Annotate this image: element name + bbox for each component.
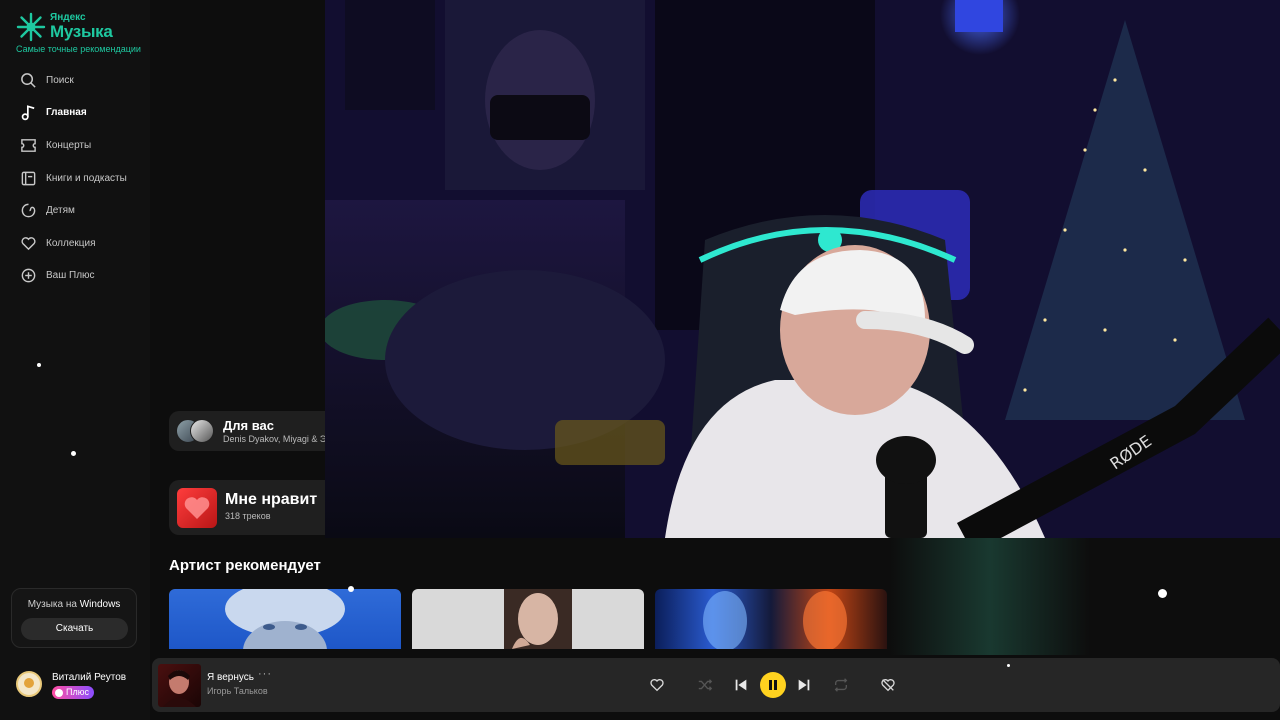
plus-badge[interactable]: Плюс xyxy=(52,686,94,699)
sidebar-item-label: Поиск xyxy=(46,74,74,86)
sidebar-item-home[interactable]: Главная xyxy=(0,97,150,130)
next-button[interactable] xyxy=(792,673,816,697)
artist-recommend-tile[interactable] xyxy=(412,589,644,649)
artist-photo xyxy=(703,591,847,649)
player-bar: Я вернусь ··· Игорь Тальков xyxy=(152,658,1280,712)
track-more-button[interactable]: ··· xyxy=(258,668,272,680)
sidebar-item-collection[interactable]: Коллекция xyxy=(0,227,150,260)
cursor-dot xyxy=(71,451,76,456)
sidebar-item-label: Ваш Плюс xyxy=(46,270,95,282)
logo-brand-big: Музыка xyxy=(50,22,113,41)
previous-icon xyxy=(735,679,747,691)
cursor-dot xyxy=(348,586,354,592)
logo[interactable]: Яндекс Музыка Самые точные рекомендации xyxy=(16,10,146,56)
artist-recommend-tile[interactable] xyxy=(169,589,401,649)
sidebar-item-label: Коллекция xyxy=(46,237,96,249)
pause-icon xyxy=(769,680,777,690)
cursor-dot xyxy=(37,363,41,367)
for-you-card[interactable]: Для вас Denis Dyakov, Miyagi & Э xyxy=(169,411,349,451)
track-artist[interactable]: Игорь Тальков xyxy=(207,686,268,696)
shuffle-button[interactable] xyxy=(693,673,717,697)
track-cover[interactable] xyxy=(158,664,201,707)
cover-art xyxy=(163,670,196,707)
track-title[interactable]: Я вернусь xyxy=(207,672,254,683)
dislike-button[interactable] xyxy=(876,673,900,697)
liked-tracks-card[interactable]: Мне нравит 318 треков xyxy=(169,480,349,535)
for-you-title: Для вас xyxy=(223,418,274,433)
plus-logo-icon xyxy=(55,688,63,697)
cursor-dot xyxy=(1007,664,1010,667)
artist-recommends-title: Артист рекомендует xyxy=(169,557,321,574)
avatar[interactable] xyxy=(16,671,42,697)
download-title-prefix: Музыка на xyxy=(27,599,77,610)
sidebar-item-label: Детям xyxy=(46,205,75,217)
avatar-cat-icon xyxy=(24,678,34,688)
dislike-heart-icon xyxy=(881,679,895,692)
download-title-platform: Windows xyxy=(79,599,121,610)
sidebar-item-label: Концерты xyxy=(46,139,92,151)
yandex-music-star-icon xyxy=(16,12,46,42)
download-app-box: Музыка на Windows Скачать xyxy=(11,588,137,648)
cursor-dot xyxy=(1158,589,1167,598)
repeat-icon xyxy=(834,678,848,692)
webcam-scene: RØDE xyxy=(325,0,1280,538)
repeat-button[interactable] xyxy=(829,673,853,697)
plus-badge-label: Плюс xyxy=(66,687,89,697)
heart-icon xyxy=(21,236,36,250)
book-icon xyxy=(21,171,36,185)
sidebar-item-label: Книги и подкасты xyxy=(46,172,127,184)
shuffle-icon xyxy=(698,679,713,691)
artist-recommend-tile[interactable] xyxy=(655,589,887,649)
kids-icon xyxy=(21,203,36,218)
webcam-teal-glow xyxy=(890,538,1090,655)
artist-photo xyxy=(225,589,345,649)
search-icon xyxy=(21,72,36,88)
sidebar-item-label: Главная xyxy=(46,107,87,119)
previous-button[interactable] xyxy=(729,673,753,697)
sidebar-item-books[interactable]: Книги и подкасты xyxy=(0,162,150,195)
artist-avatar xyxy=(190,419,214,443)
liked-tracks-title: Мне нравит xyxy=(225,491,318,508)
logo-tagline: Самые точные рекомендации xyxy=(16,44,141,54)
streamer-webcam-overlay: RØDE xyxy=(325,0,1280,538)
sidebar-item-plus[interactable]: Ваш Плюс xyxy=(0,260,150,293)
user-name: Виталий Реутов xyxy=(52,672,127,683)
heart-icon xyxy=(650,679,664,692)
sidebar-item-search[interactable]: Поиск xyxy=(0,64,150,97)
music-note-icon xyxy=(21,105,35,121)
plus-circle-icon xyxy=(21,269,36,283)
for-you-avatars xyxy=(176,419,220,443)
user-profile[interactable]: Виталий Реутов Плюс xyxy=(14,668,149,704)
artist-photo xyxy=(504,589,572,649)
ticket-icon xyxy=(21,139,36,152)
liked-tracks-count: 318 треков xyxy=(225,511,271,521)
sidebar-item-kids[interactable]: Детям xyxy=(0,194,150,227)
for-you-subtitle: Denis Dyakov, Miyagi & Э xyxy=(223,434,327,444)
next-icon xyxy=(798,679,810,691)
sidebar-item-concerts[interactable]: Концерты xyxy=(0,129,150,162)
download-title: Музыка на Windows xyxy=(12,599,136,610)
liked-heart-icon xyxy=(177,488,217,528)
download-button[interactable]: Скачать xyxy=(21,618,128,640)
like-button[interactable] xyxy=(645,673,669,697)
sidebar-nav: Поиск Главная Концерты Книги и подкасты … xyxy=(0,64,150,292)
pause-button[interactable] xyxy=(760,672,786,698)
sidebar: Яндекс Музыка Самые точные рекомендации … xyxy=(0,0,150,720)
